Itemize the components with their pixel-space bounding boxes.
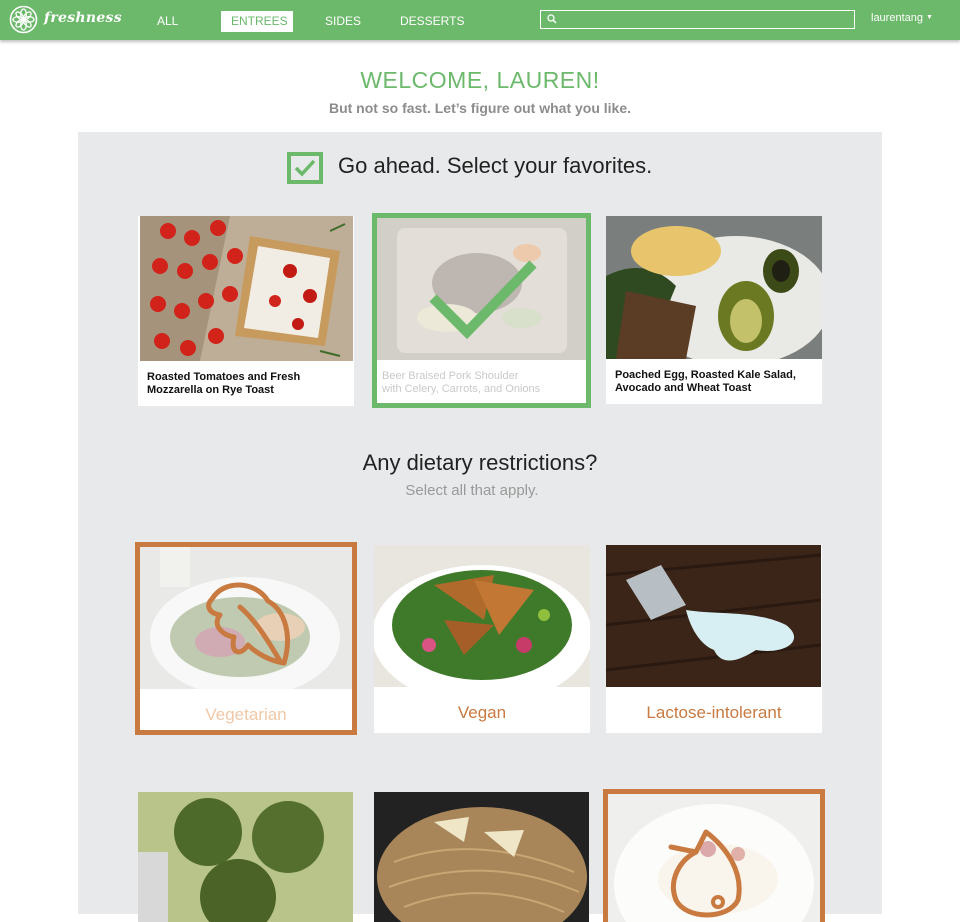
diet-label-vegetarian: Vegetarian	[205, 705, 287, 724]
diet-card-vegetarian-selected[interactable]: Vegetarian	[135, 542, 357, 735]
spilled-milk-photo	[606, 545, 821, 687]
nav-tab-all[interactable]: ALL	[147, 11, 188, 32]
search-box[interactable]	[540, 10, 855, 29]
favorites-heading: Go ahead. Select your favorites.	[338, 153, 653, 178]
pesto-balls-photo	[138, 792, 353, 922]
tomato-toast-photo	[140, 216, 353, 361]
favorite-caption: Roasted Tomatoes and Fresh Mozzarella on…	[147, 371, 301, 396]
preferences-panel: Go ahead. Select your favorites. Roasted…	[78, 132, 882, 922]
favorite-caption: Poached Egg, Roasted Kale Salad, Avocado…	[615, 369, 796, 394]
welcome-subtitle: But not so fast. Let’s figure out what y…	[328, 100, 632, 116]
freshness-logo-icon[interactable]	[9, 5, 38, 34]
diet-card-row3-3-selected[interactable]	[603, 789, 825, 922]
fish-icon	[668, 829, 742, 918]
diet-label-vegan: Vegan	[457, 703, 507, 722]
favorite-card-egg[interactable]: Poached Egg, Roasted Kale Salad, Avocado…	[606, 216, 822, 404]
vegan-salad-photo	[374, 545, 590, 687]
nav-tab-sides[interactable]: SIDES	[315, 11, 371, 32]
selected-check-icon	[429, 260, 537, 340]
search-icon	[547, 14, 557, 24]
user-menu[interactable]: laurentang ▼	[871, 12, 933, 24]
poached-egg-photo	[606, 216, 822, 359]
search-input[interactable]	[561, 11, 851, 28]
nav-tab-entrees[interactable]: ENTREES	[221, 11, 293, 32]
diet-card-row3-1[interactable]	[138, 792, 353, 922]
leaf-icon	[206, 582, 290, 666]
app-logo-text[interactable]: freshness	[44, 10, 122, 26]
user-name: laurentang	[871, 12, 923, 24]
welcome-title: WELCOME, LAUREN!	[360, 67, 600, 93]
diet-label-lactose-intolerant: Lactose-intolerant	[646, 703, 782, 722]
spaghetti-photo	[374, 792, 589, 922]
diet-subheading: Select all that apply.	[405, 482, 539, 499]
diet-card-lactose-intolerant[interactable]: Lactose-intolerant	[606, 545, 822, 733]
nav-tab-desserts[interactable]: DESSERTS	[390, 11, 474, 32]
favorite-card-pork-selected[interactable]: Beer Braised Pork Shoulder with Celery, …	[372, 213, 591, 408]
diet-card-row3-2[interactable]	[374, 792, 589, 922]
checkbox-checked-icon	[287, 152, 323, 184]
favorite-card-tomatoes[interactable]: Roasted Tomatoes and Fresh Mozzarella on…	[138, 216, 354, 406]
caret-down-icon: ▼	[926, 14, 933, 21]
diet-card-vegan[interactable]: Vegan	[374, 545, 590, 733]
top-navbar: freshness ALL ENTREES SIDES DESSERTS lau…	[0, 0, 960, 40]
favorite-caption: Beer Braised Pork Shoulder with Celery, …	[382, 370, 541, 395]
diet-heading: Any dietary restrictions?	[362, 450, 598, 475]
